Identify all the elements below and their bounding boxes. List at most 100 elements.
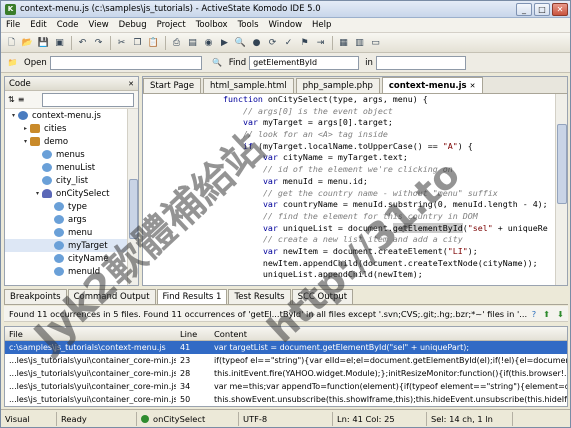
status-symbol[interactable]: onCitySelect bbox=[137, 411, 239, 426]
editor-tab[interactable]: context-menu.js ✕ bbox=[381, 77, 483, 93]
tree-item[interactable]: args bbox=[5, 213, 138, 226]
check-icon[interactable]: ✓ bbox=[281, 35, 296, 50]
undo-icon[interactable]: ↶ bbox=[75, 35, 90, 50]
col-file[interactable]: File bbox=[5, 329, 176, 339]
tree-item[interactable]: myTarget bbox=[5, 239, 138, 252]
bookmark-icon[interactable]: ⚑ bbox=[297, 35, 312, 50]
bottom-tab[interactable]: Test Results bbox=[228, 289, 291, 304]
sort-icon[interactable]: ⇅ bbox=[8, 95, 15, 104]
bottom-tab[interactable]: SCC Output bbox=[291, 289, 354, 304]
menu-view[interactable]: View bbox=[83, 20, 113, 30]
filter-icon[interactable]: ≡ bbox=[18, 95, 25, 104]
editor-tab[interactable]: Start Page bbox=[143, 78, 202, 93]
new-file-icon[interactable]: 🗋 bbox=[4, 35, 19, 50]
result-line: 34 bbox=[180, 382, 191, 391]
goto-icon[interactable]: ⇥ bbox=[313, 35, 328, 50]
code-token: var bbox=[262, 152, 278, 163]
layout-icon[interactable]: ▦ bbox=[336, 35, 351, 50]
tree-item[interactable]: type bbox=[5, 200, 138, 213]
help-icon[interactable]: ? bbox=[532, 309, 536, 319]
close-tab-icon[interactable]: ✕ bbox=[470, 82, 476, 90]
up-icon[interactable]: ⬆ bbox=[543, 309, 550, 319]
tree-item-label: myTarget bbox=[68, 240, 108, 251]
code-token: menuId = menu.id; bbox=[277, 175, 368, 186]
tree-item[interactable]: menuId bbox=[5, 265, 138, 278]
twisty-icon[interactable]: ▸ bbox=[21, 125, 30, 132]
copy-icon[interactable]: ❐ bbox=[130, 35, 145, 50]
cut-icon[interactable]: ✂ bbox=[114, 35, 129, 50]
preview-icon[interactable]: ▤ bbox=[185, 35, 200, 50]
save-all-icon[interactable]: ▣ bbox=[52, 35, 67, 50]
code-token: // get the country name - without "menu"… bbox=[262, 187, 498, 198]
macro-icon[interactable]: ● bbox=[249, 35, 264, 50]
code-view[interactable]: function onCitySelect(type, args, menu) … bbox=[143, 94, 556, 285]
menu-tools[interactable]: Tools bbox=[233, 20, 264, 30]
browser-icon[interactable]: ◉ bbox=[201, 35, 216, 50]
down-icon[interactable]: ⬇ bbox=[557, 309, 564, 319]
twisty-icon[interactable]: ▾ bbox=[21, 138, 30, 145]
editor-scrollbar[interactable] bbox=[555, 94, 567, 285]
tree-item[interactable]: ▾ context-menu.js bbox=[5, 109, 138, 122]
refresh-icon[interactable]: ⟳ bbox=[265, 35, 280, 50]
close-button[interactable]: ✕ bbox=[552, 2, 568, 16]
bottom-tab[interactable]: Command Output bbox=[67, 289, 156, 304]
sidebar-icon[interactable]: ▥ bbox=[352, 35, 367, 50]
find-scope-input[interactable] bbox=[375, 55, 466, 70]
editor-tab[interactable]: html_sample.html bbox=[203, 78, 294, 93]
save-icon[interactable]: 💾 bbox=[36, 35, 51, 50]
tree-item[interactable]: menu bbox=[5, 226, 138, 239]
tree-scrollbar[interactable] bbox=[127, 109, 138, 285]
menu-code[interactable]: Code bbox=[52, 20, 84, 30]
code-token: uniqueList = document. bbox=[277, 222, 393, 233]
open-input[interactable] bbox=[49, 55, 202, 70]
editor-scroll-thumb[interactable] bbox=[557, 124, 567, 204]
tree-item[interactable]: ▾ onCitySelect bbox=[5, 187, 138, 200]
find-input[interactable]: getElementById bbox=[249, 55, 360, 70]
title-bar[interactable]: K context-menu.js (c:\samples\js_tutoria… bbox=[1, 1, 570, 18]
editor-tab[interactable]: php_sample.php bbox=[295, 78, 380, 93]
redo-icon[interactable]: ↷ bbox=[91, 35, 106, 50]
find-icon[interactable]: 🔍 bbox=[233, 35, 248, 50]
twisty-icon[interactable]: ▾ bbox=[33, 190, 42, 197]
status-encoding[interactable]: UTF-8 bbox=[239, 411, 333, 426]
maximize-button[interactable]: □ bbox=[534, 2, 550, 16]
result-row[interactable]: ...les\js_tutorials\yui\container_core-m… bbox=[5, 367, 567, 380]
tree-scroll-thumb[interactable] bbox=[129, 179, 138, 239]
result-row[interactable]: ...les\js_tutorials\yui\container_core-m… bbox=[5, 393, 567, 406]
tree-item[interactable]: ▸ cities bbox=[5, 122, 138, 135]
code-filter-input[interactable] bbox=[42, 92, 135, 107]
result-row[interactable]: c:\samples\js_tutorials\context-menu.js 4… bbox=[5, 341, 567, 354]
bottom-tab[interactable]: Find Results 1 bbox=[156, 289, 228, 304]
twisty-icon[interactable]: ▾ bbox=[9, 112, 18, 119]
bottom-tab[interactable]: Breakpoints bbox=[4, 289, 67, 304]
print-icon[interactable]: ⎙ bbox=[169, 35, 184, 50]
tree-item[interactable]: ▾ demo bbox=[5, 135, 138, 148]
close-pane-icon[interactable]: ✕ bbox=[128, 80, 134, 88]
pane-icon[interactable]: ▭ bbox=[368, 35, 383, 50]
menu-project[interactable]: Project bbox=[152, 20, 191, 30]
col-content[interactable]: Content bbox=[210, 329, 567, 339]
col-line[interactable]: Line bbox=[176, 329, 210, 339]
debug-icon[interactable]: ▶ bbox=[217, 35, 232, 50]
menu-toolbox[interactable]: Toolbox bbox=[191, 20, 233, 30]
tree-item[interactable]: menus bbox=[5, 148, 138, 161]
tree-item[interactable]: cityName bbox=[5, 252, 138, 265]
menu-file[interactable]: File bbox=[1, 20, 25, 30]
code-token: // create a new list item and add a city bbox=[262, 234, 463, 245]
find-bar-search-icon: 🔍 bbox=[212, 58, 223, 67]
result-row[interactable]: ...les\js_tutorials\yui\container_core-m… bbox=[5, 380, 567, 393]
menu-debug[interactable]: Debug bbox=[114, 20, 152, 30]
tree-item[interactable]: city_list bbox=[5, 174, 138, 187]
open-icon[interactable]: 📂 bbox=[20, 35, 35, 50]
var-icon bbox=[42, 150, 52, 159]
menu-window[interactable]: Window bbox=[264, 20, 308, 30]
menu-help[interactable]: Help bbox=[307, 20, 336, 30]
minimize-button[interactable]: _ bbox=[516, 2, 532, 16]
code-token: var bbox=[262, 175, 278, 186]
editor-tab-label: context-menu.js bbox=[388, 80, 467, 91]
paste-icon[interactable]: 📋 bbox=[146, 35, 161, 50]
menu-edit[interactable]: Edit bbox=[25, 20, 51, 30]
result-row[interactable]: ...les\js_tutorials\yui\container_core-m… bbox=[5, 354, 567, 367]
tree-item[interactable]: menuList bbox=[5, 161, 138, 174]
